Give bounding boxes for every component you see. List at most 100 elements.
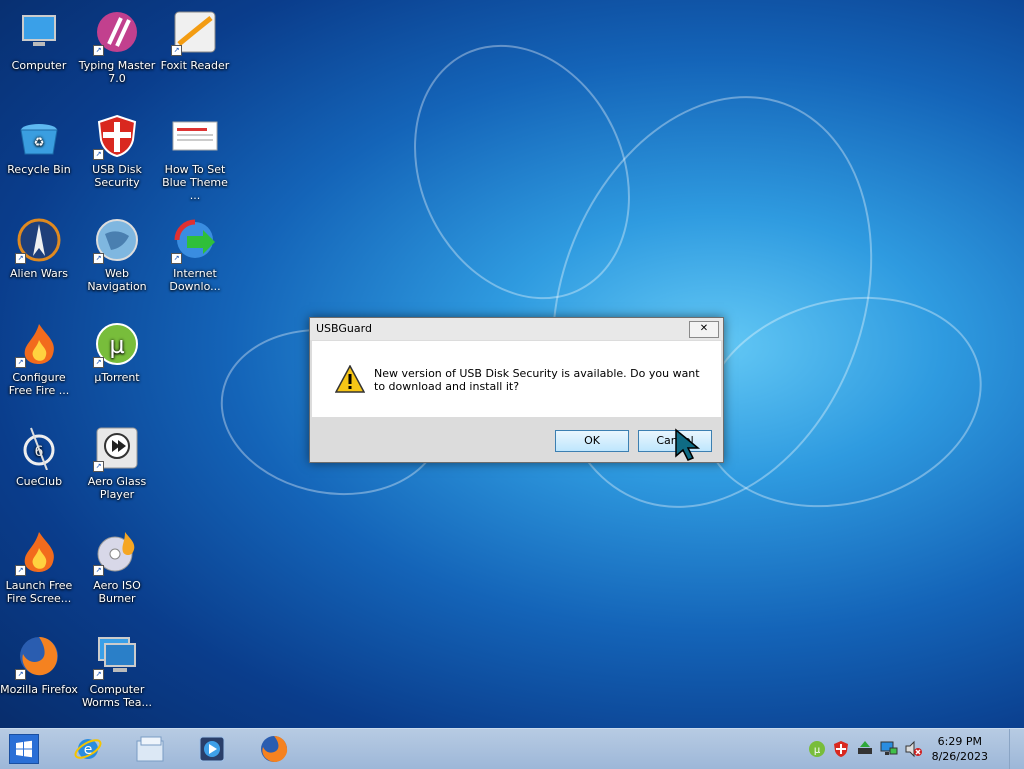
desktop-icon-configure-free-fire[interactable]: ↗ Configure Free Fire ... bbox=[0, 320, 78, 397]
desktop-icon-label: How To Set Blue Theme ... bbox=[162, 163, 228, 202]
shortcut-arrow-icon: ↗ bbox=[93, 565, 104, 576]
cueclub-icon: 6 bbox=[15, 424, 63, 472]
taskbar-firefox[interactable] bbox=[258, 733, 290, 765]
desktop-icon-label: Web Navigation bbox=[87, 267, 147, 293]
desktop-icon-computer-worms[interactable]: ↗ Computer Worms Tea... bbox=[78, 632, 156, 709]
desktop-icon-computer[interactable]: Computer bbox=[0, 8, 78, 72]
taskbar-internet-explorer[interactable]: e bbox=[72, 733, 104, 765]
svg-text:µ: µ bbox=[814, 745, 821, 756]
volume-muted-tray-icon[interactable] bbox=[904, 740, 922, 758]
show-desktop-button[interactable] bbox=[1009, 729, 1024, 769]
close-button[interactable]: ✕ bbox=[689, 321, 719, 338]
typing-master-icon: ↗ bbox=[93, 8, 141, 56]
shield-icon: ↗ bbox=[93, 112, 141, 160]
close-icon: ✕ bbox=[699, 323, 709, 334]
shortcut-arrow-icon: ↗ bbox=[15, 565, 26, 576]
flame-icon: ↗ bbox=[15, 528, 63, 576]
desktop-icon-label: CueClub bbox=[15, 475, 63, 488]
system-clock[interactable]: 6:29 PM 8/26/2023 bbox=[932, 734, 988, 764]
desktop-icon-label: Mozilla Firefox bbox=[0, 683, 78, 696]
globe-icon: ↗ bbox=[93, 216, 141, 264]
desktop-icon-mozilla-firefox[interactable]: ↗ Mozilla Firefox bbox=[0, 632, 78, 696]
desktop-icon-internet-download[interactable]: ↗ Internet Downlo... bbox=[156, 216, 234, 293]
shortcut-arrow-icon: ↗ bbox=[93, 461, 104, 472]
alien-wars-icon: ↗ bbox=[15, 216, 63, 264]
firefox-icon bbox=[261, 736, 288, 762]
desktop-icon-label: µTorrent bbox=[94, 371, 140, 384]
shortcut-arrow-icon: ↗ bbox=[171, 253, 182, 264]
desktop-icon-label: Alien Wars bbox=[9, 267, 69, 280]
aero-glass-player-icon: ↗ bbox=[93, 424, 141, 472]
desktop-icon-recycle-bin[interactable]: ♻ Recycle Bin bbox=[0, 112, 78, 176]
computer-icon bbox=[15, 8, 63, 56]
document-thumbnail-icon bbox=[171, 112, 219, 160]
desktop-icon-cueclub[interactable]: 6 CueClub bbox=[0, 424, 78, 488]
desktop-icon-label: USB Disk Security bbox=[92, 163, 142, 189]
desktop-icon-label: Internet Downlo... bbox=[169, 267, 221, 293]
wallpaper-swirl bbox=[496, 50, 928, 554]
wallpaper-swirl bbox=[678, 266, 1006, 538]
clock-date: 8/26/2023 bbox=[931, 750, 988, 763]
desktop-icon-web-navigation[interactable]: ↗ Web Navigation bbox=[78, 216, 156, 293]
shortcut-arrow-icon: ↗ bbox=[93, 253, 104, 264]
computer-worms-icon: ↗ bbox=[93, 632, 141, 680]
desktop-icon-foxit-reader[interactable]: ↗ Foxit Reader bbox=[156, 8, 234, 72]
mouse-cursor-icon bbox=[674, 428, 704, 466]
media-player-icon bbox=[199, 736, 225, 762]
desktop-icon-label: Configure Free Fire ... bbox=[8, 371, 70, 397]
recycle-bin-icon: ♻ bbox=[15, 112, 63, 160]
desktop-icon-usb-disk-security[interactable]: ↗ USB Disk Security bbox=[78, 112, 156, 189]
usbguard-dialog: USBGuard ✕ New version of USB Disk Secur… bbox=[309, 317, 724, 463]
foxit-reader-icon: ↗ bbox=[171, 8, 219, 56]
desktop-icon-label: Launch Free Fire Scree... bbox=[5, 579, 73, 605]
desktop-icon-utorrent[interactable]: µ ↗ µTorrent bbox=[78, 320, 156, 384]
shortcut-arrow-icon: ↗ bbox=[93, 669, 104, 680]
network-tray-icon[interactable] bbox=[880, 740, 898, 758]
desktop-icon-label: Recycle Bin bbox=[7, 163, 71, 176]
warning-icon bbox=[334, 364, 366, 393]
shortcut-arrow-icon: ↗ bbox=[93, 357, 104, 368]
desktop-icon-aero-iso-burner[interactable]: ↗ Aero ISO Burner bbox=[78, 528, 156, 605]
internet-download-manager-icon: ↗ bbox=[171, 216, 219, 264]
dialog-title: USBGuard bbox=[316, 322, 372, 335]
desktop-icon-how-to-set-blue-theme[interactable]: How To Set Blue Theme ... bbox=[156, 112, 234, 202]
shortcut-arrow-icon: ↗ bbox=[171, 45, 182, 56]
internet-explorer-icon: e bbox=[74, 739, 102, 759]
taskbar-media-player[interactable] bbox=[196, 733, 228, 765]
file-explorer-icon bbox=[136, 736, 164, 762]
taskbar-file-explorer[interactable] bbox=[134, 733, 166, 765]
start-button[interactable] bbox=[8, 733, 40, 765]
desktop-icon-aero-glass-player[interactable]: ↗ Aero Glass Player bbox=[78, 424, 156, 501]
shortcut-arrow-icon: ↗ bbox=[15, 357, 26, 368]
shortcut-arrow-icon: ↗ bbox=[15, 669, 26, 680]
ok-button[interactable]: OK bbox=[555, 430, 629, 452]
desktop-icon-label: Typing Master 7.0 bbox=[78, 59, 156, 85]
svg-text:e: e bbox=[84, 742, 93, 758]
network-share-tray-icon[interactable] bbox=[856, 740, 874, 758]
dialog-body: New version of USB Disk Security is avai… bbox=[312, 341, 721, 417]
desktop-icon-alien-wars[interactable]: ↗ Alien Wars bbox=[0, 216, 78, 280]
desktop-icon-launch-free-fire[interactable]: ↗ Launch Free Fire Scree... bbox=[0, 528, 78, 605]
svg-text:µ: µ bbox=[109, 331, 124, 359]
usb-security-tray-icon[interactable] bbox=[832, 740, 850, 758]
firefox-icon: ↗ bbox=[15, 632, 63, 680]
shortcut-arrow-icon: ↗ bbox=[93, 149, 104, 160]
desktop-icon-typing-master[interactable]: ↗ Typing Master 7.0 bbox=[78, 8, 156, 85]
desktop-icon-label: Computer Worms Tea... bbox=[81, 683, 153, 709]
wallpaper-swirl bbox=[373, 9, 671, 335]
svg-text:♻: ♻ bbox=[34, 135, 45, 149]
clock-time: 6:29 PM bbox=[937, 735, 982, 748]
utorrent-icon: µ ↗ bbox=[93, 320, 141, 368]
desktop-icon-label: Foxit Reader bbox=[160, 59, 230, 72]
desktop-icon-label: Aero Glass Player bbox=[87, 475, 147, 501]
flame-icon: ↗ bbox=[15, 320, 63, 368]
dialog-titlebar[interactable]: USBGuard ✕ bbox=[310, 318, 723, 340]
desktop-icon-label: Aero ISO Burner bbox=[93, 579, 141, 605]
taskbar: e µ 6:29 PM 8/26/2023 bbox=[0, 728, 1024, 769]
disc-burner-icon: ↗ bbox=[93, 528, 141, 576]
shortcut-arrow-icon: ↗ bbox=[93, 45, 104, 56]
windows-logo-icon bbox=[9, 734, 39, 764]
dialog-message: New version of USB Disk Security is avai… bbox=[374, 367, 700, 393]
desktop-icon-label: Computer bbox=[11, 59, 67, 72]
utorrent-tray-icon[interactable]: µ bbox=[808, 740, 826, 758]
